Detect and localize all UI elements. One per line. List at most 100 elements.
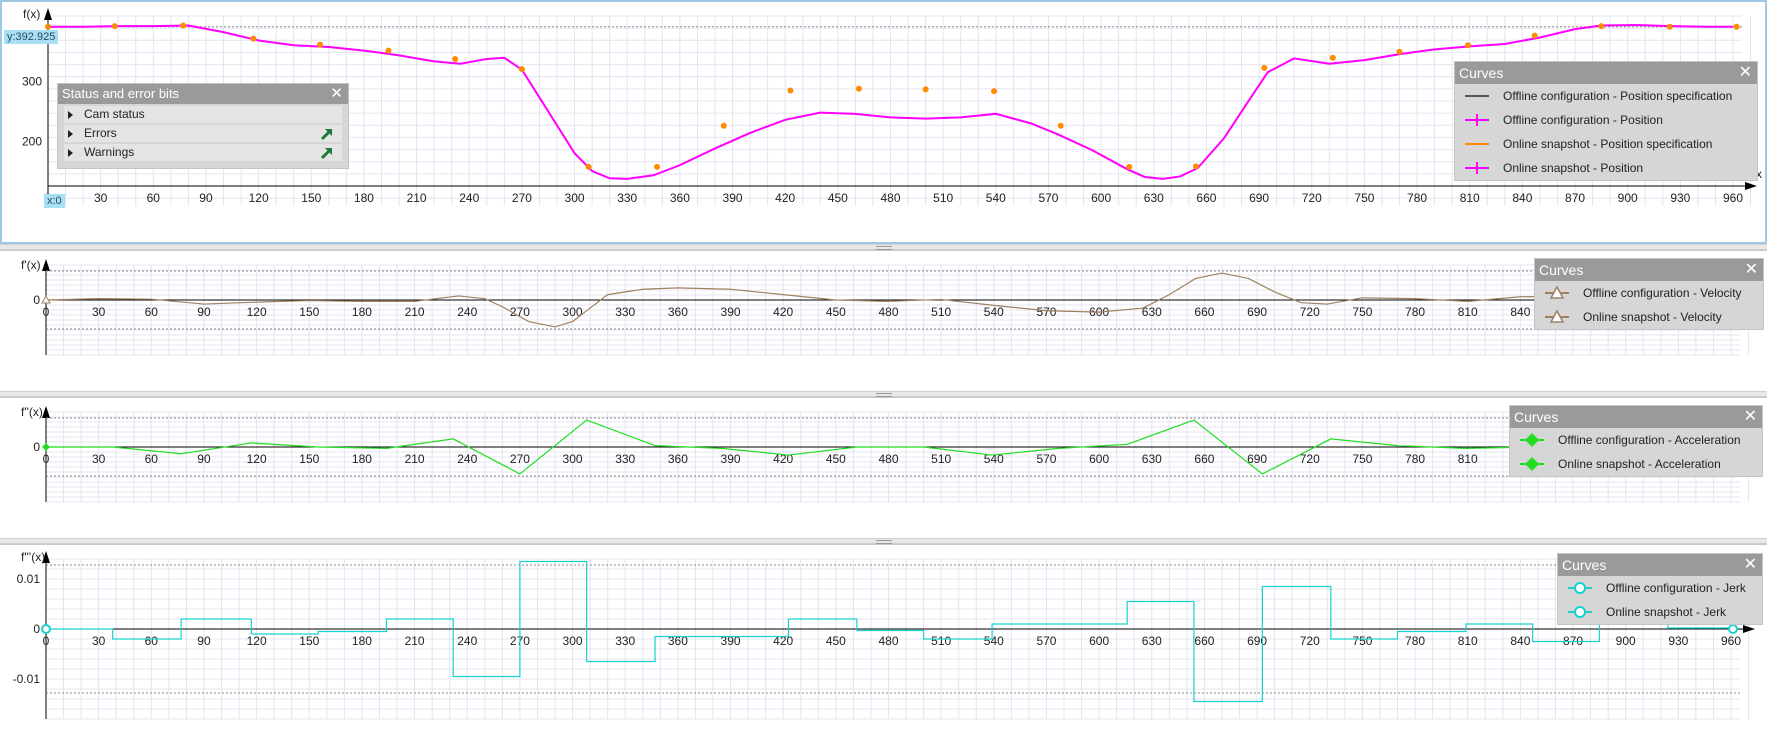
origin-marker (41, 624, 51, 634)
x-tick-label: 810 (1458, 452, 1478, 466)
x-tick-label: 420 (773, 305, 793, 319)
data-point (1329, 54, 1336, 61)
x-tick-label: 300 (563, 634, 583, 648)
x-tick-label: 90 (197, 452, 211, 466)
y-readout: y:392.925 (4, 30, 59, 44)
x-tick-label: 750 (1354, 191, 1374, 205)
legend-item-label: Online snapshot - Velocity (1583, 310, 1722, 324)
legend-item-label: Online snapshot - Acceleration (1558, 457, 1721, 471)
x-tick-label: 450 (828, 191, 848, 205)
x-tick-label: 900 (1616, 634, 1636, 648)
x-tick-label: 30 (92, 452, 106, 466)
x-tick-label: 750 (1352, 305, 1372, 319)
expand-arrow-icon[interactable] (68, 149, 73, 157)
x-tick-label: 60 (145, 452, 159, 466)
legend-close-icon[interactable]: ✕ (1745, 259, 1758, 281)
x-tick-label: 750 (1352, 634, 1372, 648)
data-point (1464, 42, 1471, 49)
expand-arrow-icon[interactable] (68, 130, 73, 138)
x-tick-label: 660 (1194, 305, 1214, 319)
legend-item[interactable]: Online snapshot - Position (1455, 156, 1757, 180)
x-tick-label: 690 (1247, 305, 1267, 319)
y-tick-label: 200 (22, 134, 42, 148)
x-tick-label: 480 (880, 191, 900, 205)
data-point (654, 163, 661, 170)
x-tick-label: 210 (405, 452, 425, 466)
legend-close-icon[interactable]: ✕ (1739, 62, 1752, 84)
status-row-label: Warnings (84, 145, 135, 159)
legend-item[interactable]: Online snapshot - Velocity (1535, 305, 1763, 329)
data-point (1057, 122, 1064, 129)
x-tick-label: 240 (459, 191, 479, 205)
x-tick-label: 780 (1405, 634, 1425, 648)
curves-legend-acceleration: Curves ✕ Offline configuration - Accelerat… (1510, 406, 1762, 476)
legend-item[interactable]: Online snapshot - Jerk (1558, 600, 1762, 624)
x-tick-label: 840 (1512, 191, 1532, 205)
y-tick-label: 0.01 (17, 572, 41, 586)
legend-item[interactable]: Offline configuration - Position specifi… (1455, 84, 1757, 108)
x-tick-label: 540 (984, 634, 1004, 648)
x-tick-label: 270 (510, 452, 530, 466)
x-tick-label: 390 (721, 305, 741, 319)
data-point (1531, 32, 1538, 39)
x-tick-label: 930 (1668, 634, 1688, 648)
line-marker-icon (1465, 143, 1489, 145)
legend-close-icon[interactable]: ✕ (1744, 554, 1757, 576)
legend-header: Curves ✕ (1558, 554, 1762, 576)
x-readout: x:0 (44, 194, 65, 208)
x-tick-label: 450 (826, 452, 846, 466)
data-point (45, 23, 51, 30)
x-tick-label: 390 (721, 452, 741, 466)
x-tick-label: 660 (1196, 191, 1216, 205)
legend-item[interactable]: Offline configuration - Velocity (1535, 281, 1763, 305)
status-panel-header: Status and error bits ✕ (58, 84, 348, 104)
legend-close-icon[interactable]: ✕ (1744, 406, 1757, 428)
line-marker-icon (1465, 95, 1489, 97)
legend-title: Curves (1459, 65, 1504, 81)
legend-item[interactable]: Offline configuration - Position (1455, 108, 1757, 132)
status-row-cam-status[interactable]: Cam status (64, 106, 342, 123)
data-point (1598, 23, 1605, 30)
status-panel-title: Status and error bits (62, 86, 180, 101)
y-tick-label: 0 (33, 622, 40, 636)
legend-item-label: Online snapshot - Position specification (1503, 137, 1713, 151)
legend-item[interactable]: Offline configuration - Acceleration (1510, 428, 1762, 452)
legend-item[interactable]: Online snapshot - Acceleration (1510, 452, 1762, 476)
legend-item-label: Offline configuration - Jerk (1606, 581, 1746, 595)
data-point (585, 163, 592, 170)
x-tick-label: 420 (775, 191, 795, 205)
plus-marker-icon (1465, 162, 1489, 174)
status-error-bits-panel: Status and error bits ✕ Cam status Error… (58, 84, 348, 168)
legend-item[interactable]: Offline configuration - Jerk (1558, 576, 1762, 600)
go-to-arrow-icon[interactable] (319, 145, 334, 160)
curves-legend-velocity: Curves ✕ Offline configuration - Velocity O… (1535, 259, 1763, 329)
y-tick-label: 300 (22, 75, 42, 89)
x-tick-label: 90 (199, 191, 213, 205)
x-tick-label: 780 (1405, 452, 1425, 466)
status-row-warnings[interactable]: Warnings (64, 144, 342, 161)
x-tick-label: 510 (931, 634, 951, 648)
x-tick-label: 630 (1142, 452, 1162, 466)
status-row-errors[interactable]: Errors (64, 125, 342, 142)
x-tick-label: 180 (352, 452, 372, 466)
status-panel-close-icon[interactable]: ✕ (330, 84, 343, 104)
data-point (922, 86, 929, 93)
x-tick-label: 120 (249, 191, 269, 205)
x-tick-label: 60 (145, 305, 159, 319)
legend-item[interactable]: Online snapshot - Position specification (1455, 132, 1757, 156)
x-tick-label: 600 (1089, 452, 1109, 466)
data-point (1126, 163, 1133, 170)
x-tick-label: 30 (92, 634, 106, 648)
swatch-diamond (1525, 433, 1539, 447)
triangle-marker-icon (1545, 309, 1569, 323)
expand-arrow-icon[interactable] (68, 111, 73, 119)
status-row-label: Errors (84, 126, 117, 140)
x-tick-label: 0 (43, 452, 50, 466)
x-tick-label: 120 (247, 452, 267, 466)
position-chart-panel: xf(x)03060901201501802102402703003303603… (0, 0, 1767, 244)
data-point (1666, 23, 1673, 30)
x-tick-label: 870 (1565, 191, 1585, 205)
x-tick-label: 450 (826, 305, 846, 319)
go-to-arrow-icon[interactable] (319, 126, 334, 141)
legend-header: Curves ✕ (1535, 259, 1763, 281)
